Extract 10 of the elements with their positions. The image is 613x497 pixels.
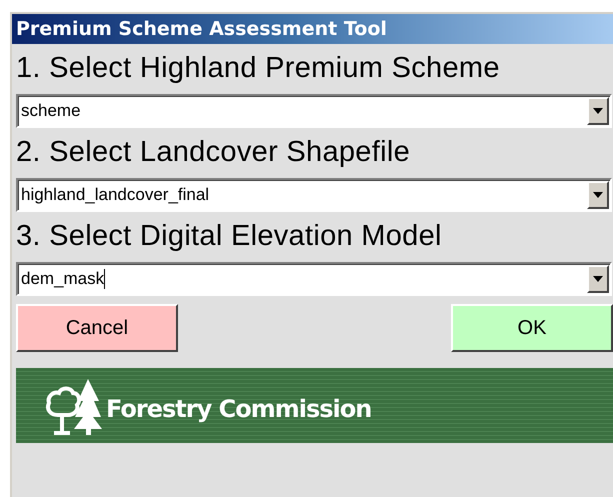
cancel-button[interactable]: Cancel: [16, 304, 178, 352]
dropdown-field[interactable]: dem_mask: [16, 262, 612, 296]
ok-button[interactable]: OK: [451, 304, 613, 352]
logo-text: Forestry Commission: [106, 394, 372, 422]
step-label: 1. Select Highland Premium Scheme: [16, 51, 501, 86]
dropdown-field[interactable]: highland_landcover_final: [16, 178, 612, 212]
dropdown-field[interactable]: scheme: [16, 94, 612, 128]
step-label: 2. Select Landcover Shapefile: [16, 135, 412, 170]
window-title: Premium Scheme Assessment Tool: [12, 14, 613, 44]
step-label: 3. Select Digital Elevation Model: [16, 219, 443, 254]
